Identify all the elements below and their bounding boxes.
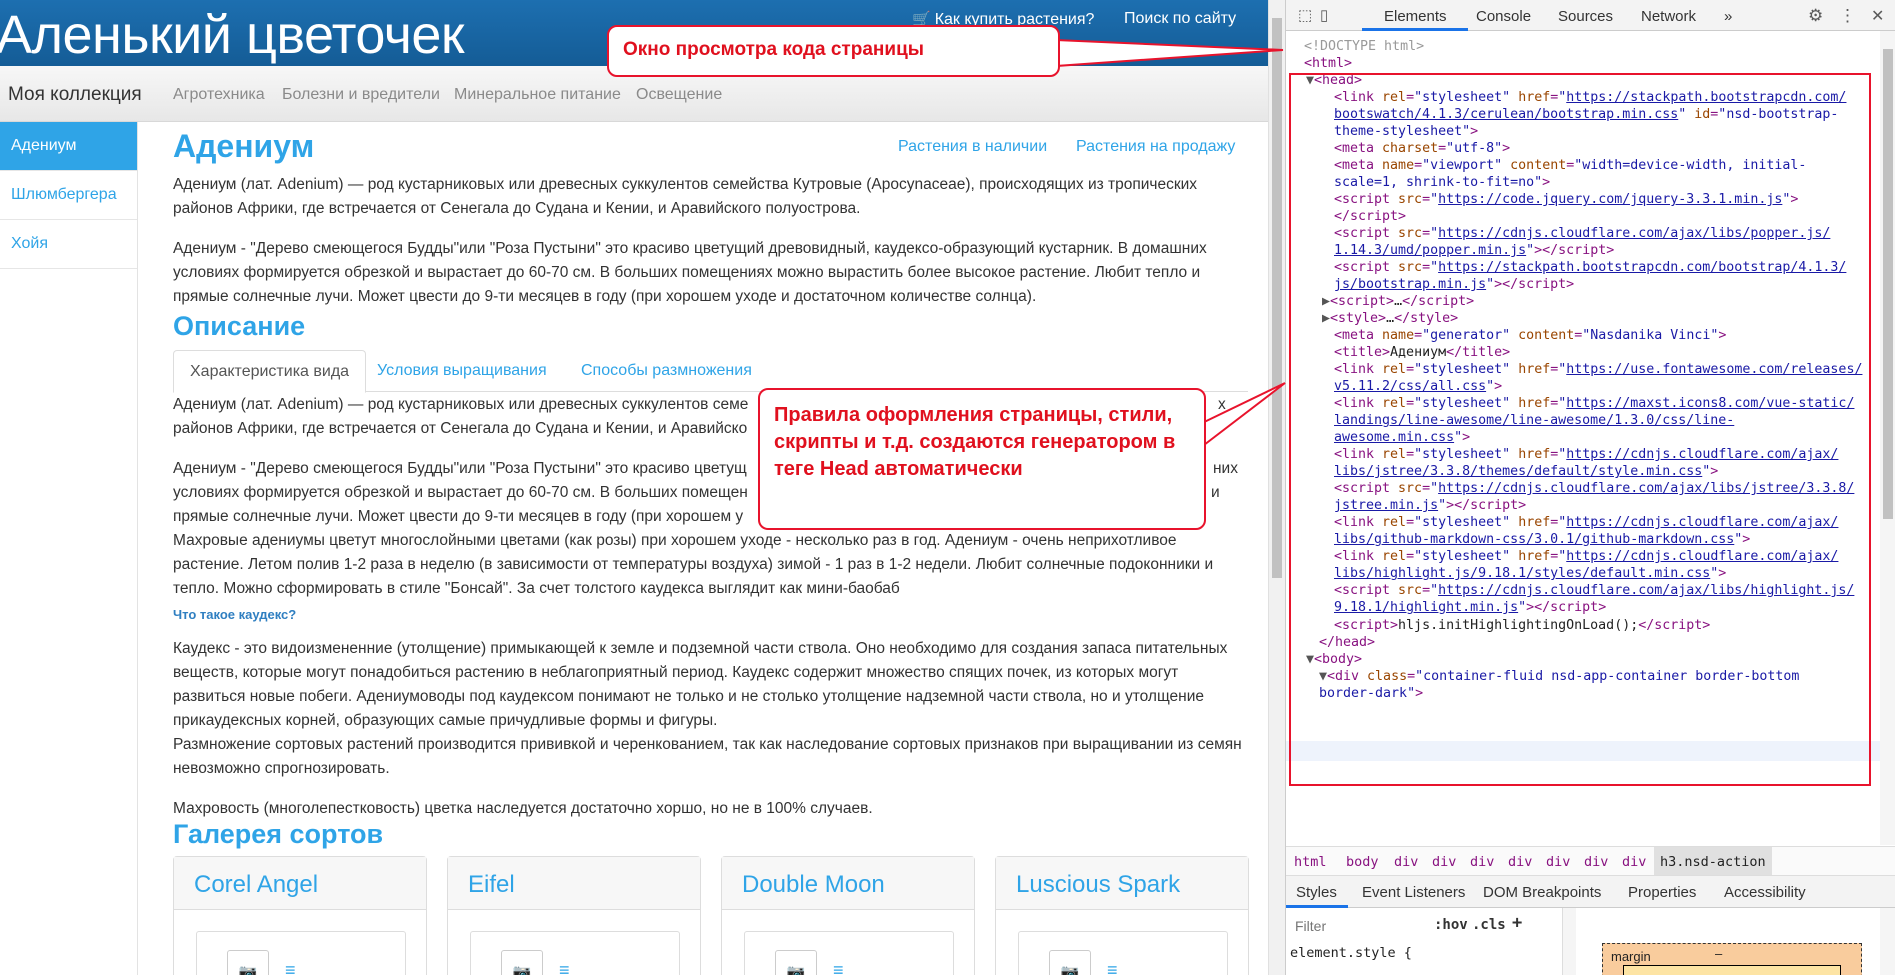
gallery-heading: Галерея сортов	[173, 819, 384, 849]
variety-card-title[interactable]: Luscious Spark	[996, 857, 1248, 910]
variety-card[interactable]: Luscious Spark 📷 ≡	[995, 856, 1249, 975]
caudex-paragraph: Каудекс - это видоизмененние (утолщение)…	[173, 640, 1228, 729]
breadcrumb-item[interactable]: body	[1346, 854, 1379, 870]
tab-accessibility[interactable]: Accessibility	[1724, 884, 1806, 901]
list-icon[interactable]: ≡	[559, 960, 570, 975]
breadcrumb-item[interactable]: html	[1294, 854, 1327, 870]
tab-properties[interactable]: Properties	[1628, 884, 1696, 901]
plants-for-sale-link[interactable]: Растения на продажу	[1076, 138, 1235, 156]
variety-card[interactable]: Double Moon 📷 ≡	[721, 856, 975, 975]
margin-value[interactable]: –	[1715, 946, 1722, 961]
dom-node[interactable]: <html>	[1304, 56, 1352, 71]
nav-item-agrotech[interactable]: Агротехника	[173, 86, 265, 104]
margin-label: margin	[1611, 949, 1651, 964]
tab-growing[interactable]: Условия выращивания	[361, 350, 563, 392]
tab-text-line: Адениум - "Дерево смеющегося Будды"или "…	[173, 460, 747, 477]
nav-item-diseases[interactable]: Болезни и вредители	[282, 86, 440, 104]
variety-card-title[interactable]: Corel Angel	[174, 857, 426, 910]
styles-pane: :hov .cls + element.style { margin –	[1286, 908, 1895, 975]
tab-dom-breakpoints[interactable]: DOM Breakpoints	[1483, 884, 1601, 901]
hov-toggle[interactable]: :hov	[1434, 917, 1468, 933]
breeding-paragraph: Размножение сортовых растений производит…	[173, 736, 1242, 777]
tab-text-line-end: и	[1211, 484, 1220, 501]
list-icon[interactable]: ≡	[285, 960, 296, 975]
double-flower-paragraph: Махровость (многолепестковость) цветка н…	[173, 800, 873, 817]
devtools-toolbar: ⬚ ▯ Elements Console Sources Network » ⚙…	[1286, 0, 1895, 31]
intro-paragraph-1: Адениум (лат. Adenium) — род кустарников…	[173, 176, 1198, 217]
caudex-question-link[interactable]: Что такое каудекс?	[173, 601, 1248, 625]
breadcrumb-item[interactable]: div	[1584, 854, 1608, 870]
breadcrumb-item-selected[interactable]: h3.nsd-action	[1654, 847, 1772, 875]
page-scrollbar-thumb[interactable]	[1272, 18, 1282, 578]
list-icon[interactable]: ≡	[1107, 960, 1118, 975]
breadcrumb-item[interactable]: div	[1470, 854, 1494, 870]
dom-scrollbar[interactable]	[1880, 31, 1895, 845]
description-heading: Описание	[173, 311, 306, 341]
plants-in-stock-link[interactable]: Растения в наличии	[898, 138, 1047, 156]
breadcrumb-item[interactable]: div	[1432, 854, 1456, 870]
site-search-link[interactable]: Поиск по сайту	[1124, 10, 1236, 28]
nav-item-lighting[interactable]: Освещение	[636, 86, 722, 104]
sidebar: Адениум Шлюмбергера Хойя	[0, 122, 138, 975]
box-model: margin –	[1584, 940, 1889, 975]
styles-panel-tabs: Styles Event Listeners DOM Breakpoints P…	[1286, 876, 1895, 908]
tab-sources[interactable]: Sources	[1558, 8, 1613, 25]
variety-card-title[interactable]: Double Moon	[722, 857, 974, 910]
breadcrumb-item[interactable]: div	[1508, 854, 1532, 870]
callout-head-generator: Правила оформления страницы, стили, скри…	[758, 388, 1206, 530]
computed-scrollbar[interactable]	[1880, 908, 1895, 975]
breadcrumb-item[interactable]: div	[1546, 854, 1570, 870]
breadcrumb: html body div div div div div div div h3…	[1286, 846, 1895, 876]
settings-gear-icon[interactable]: ⚙	[1808, 6, 1823, 26]
terry-paragraph: Махровые адениумы цветут многослойными ц…	[173, 532, 1214, 597]
site-brand[interactable]: Аленький цветочек	[0, 4, 464, 66]
tab-text-line: условиях формируется обрезкой и вырастае…	[173, 484, 748, 501]
variety-card[interactable]: Corel Angel 📷 ≡	[173, 856, 427, 975]
element-style-rule[interactable]: element.style {	[1290, 945, 1412, 961]
head-highlight-frame	[1289, 73, 1871, 786]
camera-icon[interactable]: 📷	[775, 950, 817, 975]
more-options-icon[interactable]: ⋮	[1839, 6, 1856, 26]
callout-code-view: Окно просмотра кода страницы	[607, 25, 1060, 77]
nav-brand-my-collection[interactable]: Моя коллекция	[8, 84, 142, 106]
list-icon[interactable]: ≡	[833, 960, 844, 975]
tab-species[interactable]: Характеристика вида	[173, 350, 367, 393]
variety-card[interactable]: Eifel 📷 ≡	[447, 856, 701, 975]
page-scrollbar[interactable]	[1268, 0, 1285, 975]
breadcrumb-item[interactable]: div	[1622, 854, 1646, 870]
tab-propagation[interactable]: Способы размножения	[565, 350, 768, 392]
close-icon[interactable]: ✕	[1871, 6, 1884, 26]
sidebar-item-hoya[interactable]: Хойя	[0, 220, 137, 269]
sidebar-item-adenium[interactable]: Адениум	[0, 122, 137, 171]
tab-text-line-end: них	[1213, 460, 1238, 477]
tab-event-listeners[interactable]: Event Listeners	[1362, 884, 1465, 901]
tab-text-line: Адениум (лат. Adenium) — род кустарников…	[173, 396, 749, 413]
camera-icon[interactable]: 📷	[227, 950, 269, 975]
inspect-element-icon[interactable]: ⬚	[1298, 6, 1312, 24]
tab-console[interactable]: Console	[1476, 8, 1531, 25]
description-tabs: Характеристика вида Условия выращивания …	[173, 350, 1248, 393]
new-rule-plus-icon[interactable]: +	[1512, 913, 1522, 933]
variety-card-title[interactable]: Eifel	[448, 857, 700, 910]
camera-icon[interactable]: 📷	[1049, 950, 1091, 975]
tab-styles[interactable]: Styles	[1296, 884, 1337, 901]
styles-scrollbar[interactable]	[1562, 908, 1576, 975]
intro-paragraph-2: Адениум - "Дерево смеющегося Будды"или "…	[173, 240, 1207, 305]
nav-item-nutrition[interactable]: Минеральное питание	[454, 86, 621, 104]
camera-icon[interactable]: 📷	[501, 950, 543, 975]
tab-text-line-end: х	[1218, 396, 1226, 413]
cls-toggle[interactable]: .cls	[1472, 917, 1506, 933]
tab-network[interactable]: Network	[1641, 8, 1696, 25]
styles-filter-input[interactable]	[1295, 916, 1425, 936]
more-tabs-icon[interactable]: »	[1724, 8, 1732, 25]
tab-elements[interactable]: Elements	[1384, 8, 1447, 25]
dom-node[interactable]: <!DOCTYPE html>	[1304, 39, 1424, 54]
sidebar-item-schlumbergera[interactable]: Шлюмбергера	[0, 171, 137, 220]
page-title: Адениум	[173, 128, 315, 164]
device-toolbar-icon[interactable]: ▯	[1320, 6, 1328, 24]
breadcrumb-item[interactable]: div	[1394, 854, 1418, 870]
